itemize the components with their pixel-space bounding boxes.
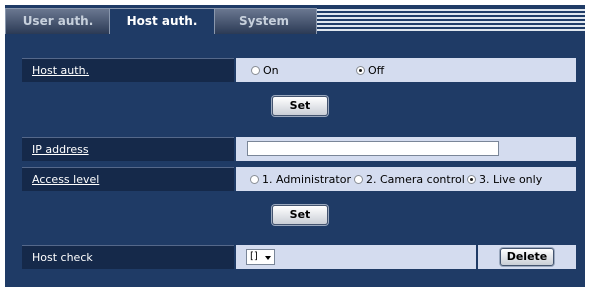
access-level-row: Access level 1. Administrator 2. Camera … [22,167,576,191]
access-level-options: 1. Administrator 2. Camera control 3. Li… [236,167,576,191]
tab-bar: User auth. System Host auth. [5,5,585,34]
host-check-select[interactable]: [] [246,249,275,265]
set-button-host-entry[interactable]: Set [272,205,328,225]
tab-user-auth[interactable]: User auth. [5,8,111,34]
cell-divider [476,245,478,269]
access-level-label[interactable]: Access level [22,167,234,191]
host-auth-row: Host auth. On Off [22,58,576,82]
tab-system[interactable]: System [211,8,317,34]
radio-label: 3. Live only [479,173,543,186]
tab-host-auth[interactable]: Host auth. [109,8,215,34]
radio-unchecked-icon [251,66,260,75]
dropdown-arrow-icon [265,256,271,260]
access-level-camera-control-radio[interactable]: 2. Camera control [354,173,465,186]
radio-label: On [263,64,279,77]
header-stripes [313,9,585,31]
host-check-select-value: [] [250,251,258,262]
set-button-host-auth[interactable]: Set [272,96,328,116]
host-check-row: Host check [] Delete [22,245,576,269]
radio-unchecked-icon [354,175,363,184]
host-check-label: Host check [22,245,234,269]
host-auth-label[interactable]: Host auth. [22,58,234,82]
ip-address-label[interactable]: IP address [22,137,234,161]
delete-button[interactable]: Delete [500,248,554,266]
radio-label: Off [368,64,385,77]
settings-panel: User auth. System Host auth. Host auth. … [5,5,585,287]
host-auth-options: On Off [236,58,576,82]
radio-label: 1. Administrator [262,173,351,186]
ip-address-input[interactable] [247,141,499,156]
radio-unchecked-icon [250,175,259,184]
host-auth-off-radio[interactable]: Off [356,64,384,77]
ip-address-row: IP address [22,137,576,161]
access-level-live-only-radio[interactable]: 3. Live only [467,173,542,186]
radio-label: 2. Camera control [366,173,465,186]
host-check-cell: [] Delete [236,245,576,269]
radio-checked-icon [356,66,365,75]
host-auth-on-radio[interactable]: On [251,64,279,77]
radio-checked-icon [467,175,476,184]
access-level-administrator-radio[interactable]: 1. Administrator [250,173,351,186]
ip-address-cell [236,137,576,161]
